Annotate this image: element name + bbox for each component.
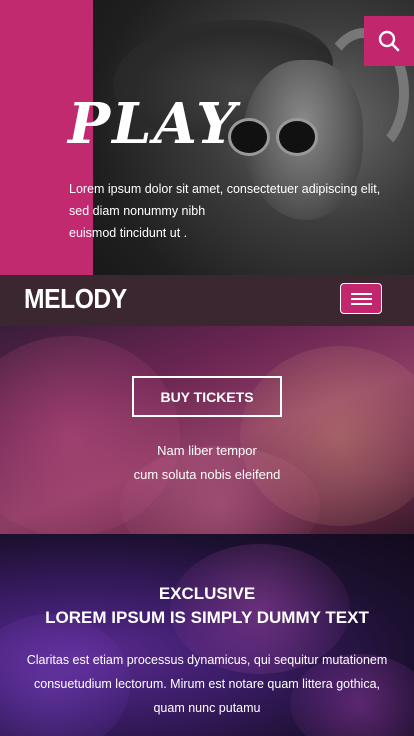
tickets-section: BUY TICKETS Nam liber tempor cum soluta … <box>0 326 414 534</box>
hamburger-menu-icon <box>351 293 372 295</box>
hero-description: Lorem ipsum dolor sit amet, consectetuer… <box>69 178 389 244</box>
search-button[interactable] <box>364 16 414 66</box>
menu-toggle-button[interactable] <box>340 283 382 314</box>
sunglasses-shape <box>228 118 318 156</box>
page: PLAY Lorem ipsum dolor sit amet, consect… <box>0 0 414 736</box>
hero-description-line1: Lorem ipsum dolor sit amet, consectetuer… <box>69 182 381 218</box>
hero-description-line2: euismod tincidunt ut . <box>69 226 188 240</box>
exclusive-section: EXCLUSIVE LOREM IPSUM IS SIMPLY DUMMY TE… <box>0 534 414 736</box>
brand-logo[interactable]: MELODY <box>24 283 127 315</box>
buy-tickets-button[interactable]: BUY TICKETS <box>132 376 282 417</box>
hero-banner: PLAY Lorem ipsum dolor sit amet, consect… <box>0 0 414 275</box>
tickets-text-line2: cum soluta nobis eleifend <box>133 467 281 482</box>
exclusive-heading: EXCLUSIVE <box>158 584 256 603</box>
tickets-text: Nam liber tempor cum soluta nobis eleife… <box>0 439 414 487</box>
exclusive-text: Claritas est etiam processus dynamicus, … <box>26 653 388 715</box>
tickets-text-line1: Nam liber tempor <box>157 443 257 458</box>
exclusive-subheading: LOREM IPSUM IS SIMPLY DUMMY TEXT <box>45 608 369 627</box>
hero-title: PLAY <box>68 91 239 157</box>
site-header: MELODY <box>0 275 414 326</box>
search-icon <box>378 30 400 52</box>
